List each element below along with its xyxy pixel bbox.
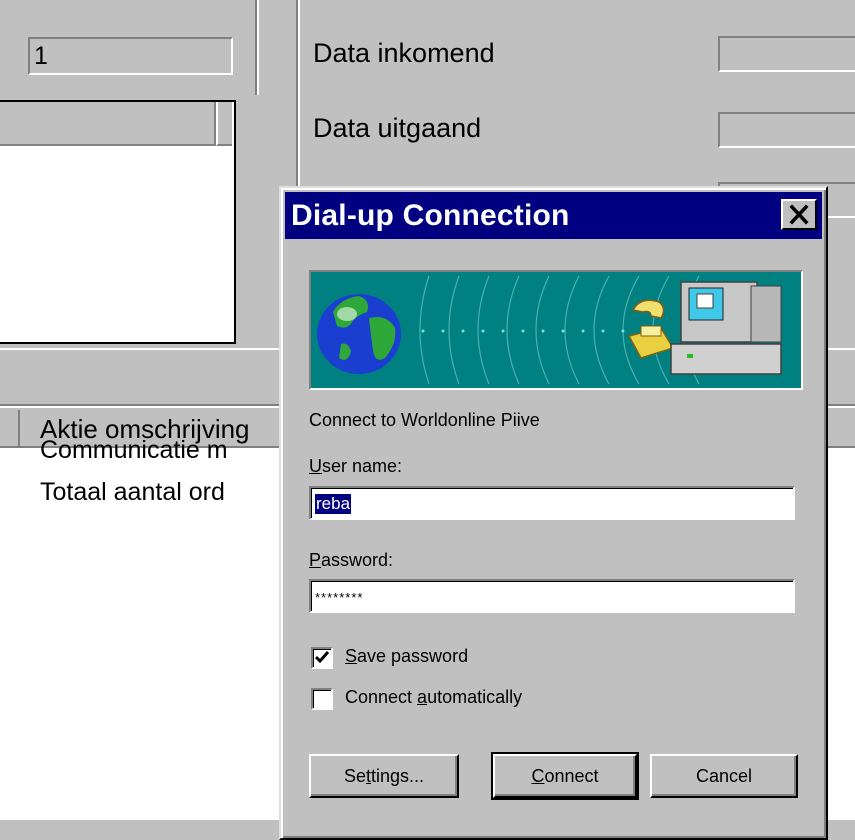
connect-to-text: Connect to Worldonline Piive bbox=[309, 410, 540, 430]
telephone-icon bbox=[627, 299, 675, 359]
connect-button[interactable]: Connect bbox=[491, 752, 639, 800]
close-button[interactable] bbox=[781, 199, 817, 230]
data-out-label: Data uitgaand bbox=[313, 113, 482, 143]
password-label: Password: bbox=[309, 550, 394, 570]
data-in-label: Data inkomend bbox=[313, 38, 495, 68]
list-header-end bbox=[216, 102, 232, 146]
save-password-checkbox[interactable] bbox=[311, 647, 333, 669]
checkmark-icon bbox=[314, 651, 330, 664]
title-bar[interactable]: Dial-up Connection bbox=[285, 192, 822, 239]
log-line: Totaal aantal ord bbox=[40, 478, 225, 506]
dialog-title: Dial-up Connection bbox=[291, 199, 570, 232]
globe-icon bbox=[317, 294, 401, 374]
settings-button[interactable]: Settings... bbox=[309, 754, 459, 798]
connect-automatically-label[interactable]: Connect automatically bbox=[345, 687, 522, 708]
close-icon bbox=[789, 204, 809, 225]
data-out-field bbox=[718, 112, 855, 148]
password-value: ******** bbox=[315, 590, 364, 605]
log-line: Communicatie m bbox=[40, 436, 228, 464]
list-box[interactable] bbox=[0, 100, 236, 344]
list-header bbox=[0, 102, 216, 146]
count-field[interactable]: 1 bbox=[28, 37, 233, 75]
username-label: User name: bbox=[309, 456, 403, 476]
password-field[interactable]: ******** bbox=[309, 579, 795, 613]
cancel-button[interactable]: Cancel bbox=[650, 754, 798, 798]
dialup-banner bbox=[309, 270, 803, 390]
username-field[interactable]: reba bbox=[309, 486, 795, 520]
dialup-dialog: Dial-up Connection Connect to Worldonlin… bbox=[279, 186, 828, 840]
panel-divider-highlight bbox=[257, 0, 259, 95]
username-value: reba bbox=[315, 494, 352, 514]
connect-automatically-checkbox[interactable] bbox=[311, 688, 333, 710]
data-in-field bbox=[718, 36, 855, 72]
panel-divider-right-highlight bbox=[298, 0, 300, 190]
banner-illustration bbox=[317, 275, 782, 385]
computer-icon bbox=[670, 281, 782, 375]
count-field-value: 1 bbox=[34, 42, 48, 70]
save-password-label[interactable]: Save password bbox=[345, 646, 468, 667]
header-left-edge bbox=[18, 410, 20, 446]
